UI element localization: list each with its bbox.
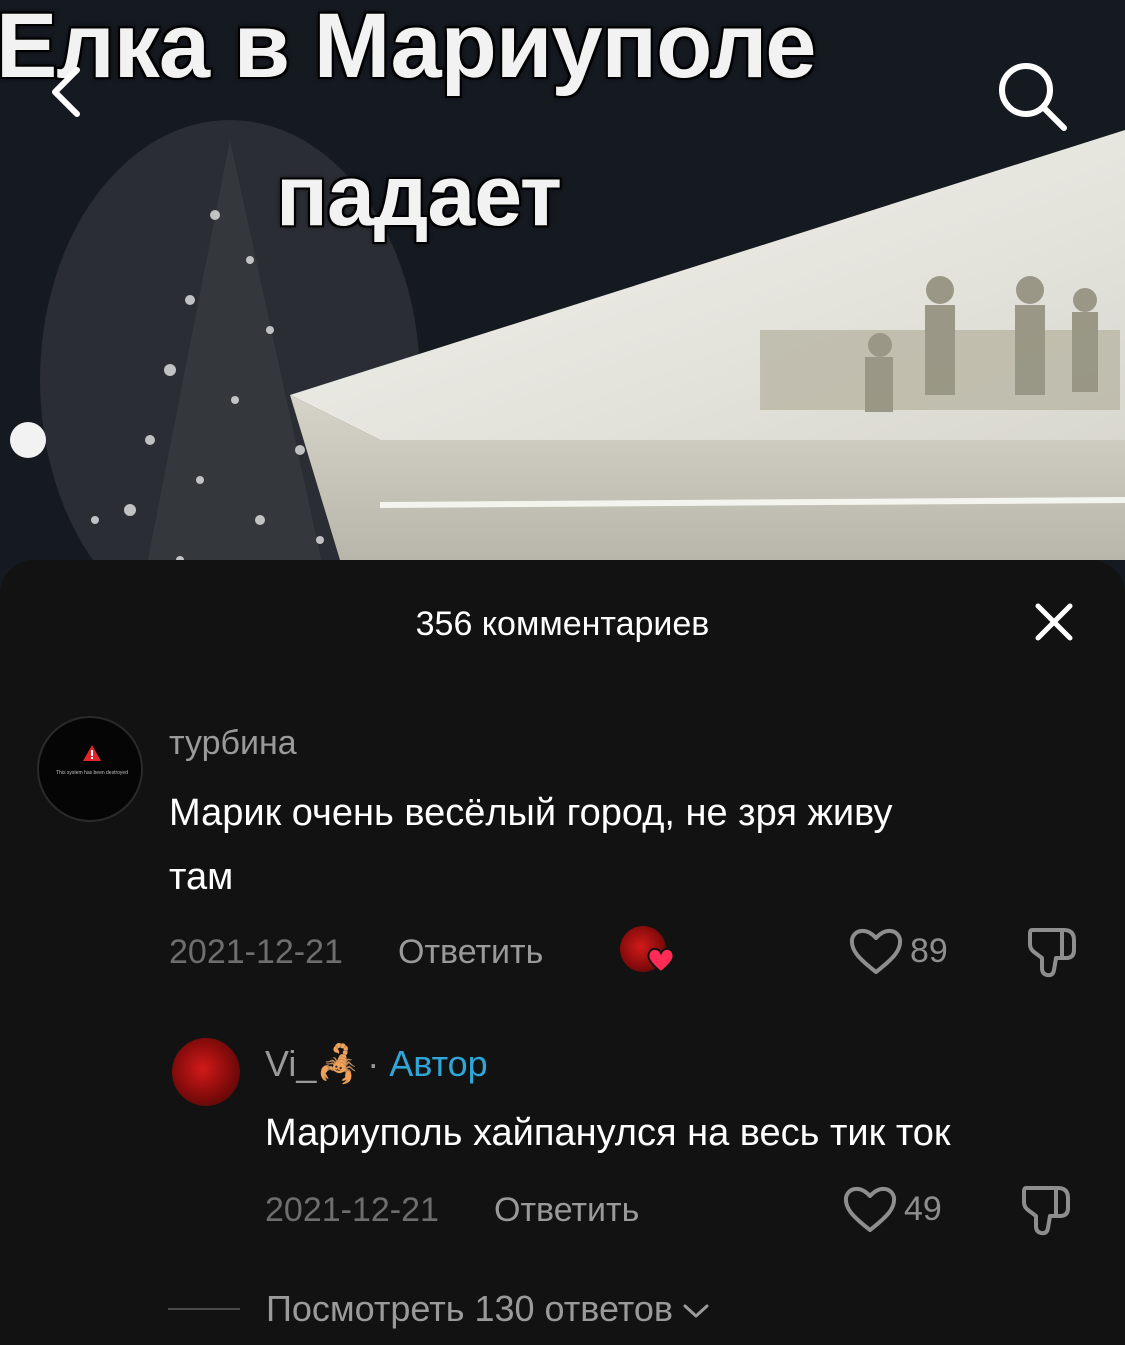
reply-username[interactable]: Vi_🦂 bbox=[265, 1043, 361, 1085]
chevron-left-icon bbox=[52, 67, 80, 117]
warning-icon bbox=[83, 745, 101, 761]
comment-username[interactable]: турбина bbox=[169, 723, 297, 763]
reply-button[interactable]: Ответить bbox=[494, 1190, 639, 1230]
thumbs-down-icon bbox=[1022, 1186, 1070, 1236]
avatar[interactable] bbox=[172, 1038, 240, 1106]
avatar-system-text: This system has been destroyed bbox=[56, 770, 128, 776]
reply-header: Vi_🦂 · Автор bbox=[265, 1043, 488, 1085]
video-caption-line1: Елка в Мариуполе bbox=[0, 0, 816, 97]
reply-text: Мариуполь хайпанулся на весь тик ток bbox=[265, 1112, 951, 1154]
thumbs-down-icon bbox=[1028, 928, 1076, 978]
author-badge: Автор bbox=[389, 1043, 488, 1084]
separator-dot: · bbox=[367, 1043, 380, 1084]
reply-date: 2021-12-21 bbox=[265, 1191, 439, 1229]
liked-by-creator-badge bbox=[620, 926, 680, 978]
comment-text-line1: Марик очень весёлый город, не зря живу bbox=[169, 792, 893, 834]
avatar[interactable]: This system has been destroyed bbox=[37, 716, 143, 822]
heart-filled-icon bbox=[647, 947, 675, 974]
heart-outline-icon bbox=[843, 1186, 897, 1232]
comments-sheet: 356 комментариев This system has been de… bbox=[0, 560, 1125, 1345]
dislike-button[interactable] bbox=[1016, 1180, 1076, 1240]
divider-line bbox=[168, 1308, 240, 1310]
back-button[interactable] bbox=[40, 62, 90, 122]
heart-outline-icon bbox=[849, 928, 903, 974]
view-replies-button[interactable]: Посмотреть 130 ответов bbox=[168, 1288, 711, 1330]
comment-text-line2: там bbox=[169, 856, 234, 898]
reply-button[interactable]: Ответить bbox=[398, 932, 543, 972]
like-button[interactable]: 89 bbox=[848, 926, 948, 976]
like-count: 89 bbox=[910, 932, 948, 970]
like-count: 49 bbox=[904, 1190, 942, 1228]
search-button[interactable] bbox=[992, 56, 1072, 136]
video-player[interactable]: Елка в Мариуполе падает bbox=[0, 0, 1125, 600]
close-button[interactable] bbox=[1026, 594, 1082, 650]
chevron-down-icon bbox=[683, 1304, 709, 1318]
comments-count-title: 356 комментариев bbox=[415, 605, 710, 643]
search-icon bbox=[999, 63, 1067, 131]
video-caption-line2: падает bbox=[276, 148, 562, 244]
view-replies-label: Посмотреть 130 ответов bbox=[266, 1288, 674, 1329]
comment-date: 2021-12-21 bbox=[169, 933, 343, 971]
close-icon bbox=[1035, 603, 1073, 641]
like-button[interactable]: 49 bbox=[842, 1184, 942, 1234]
dislike-button[interactable] bbox=[1022, 922, 1082, 982]
